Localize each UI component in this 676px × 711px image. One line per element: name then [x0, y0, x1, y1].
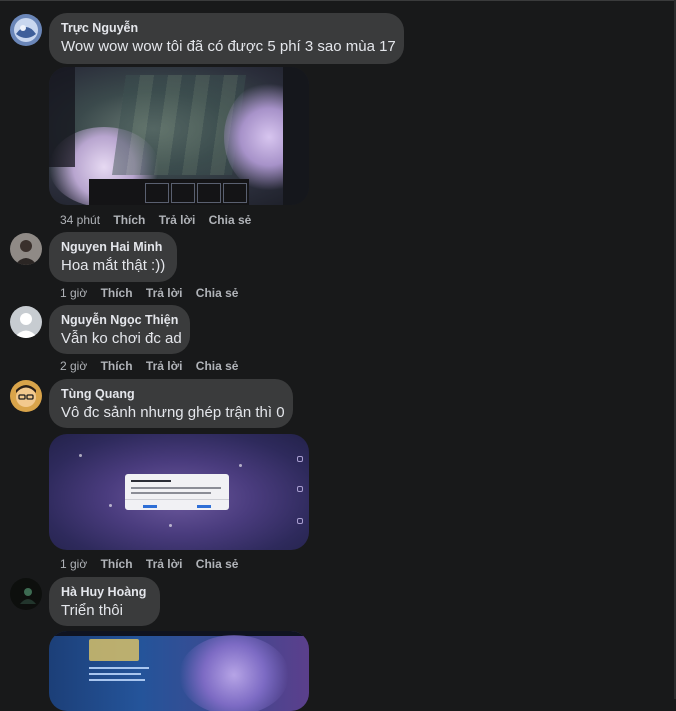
image-card	[223, 183, 247, 203]
like-button[interactable]: Thích	[101, 557, 133, 571]
comment-text: Wow wow wow tôi đã có được 5 phí 3 sao m…	[61, 38, 396, 55]
comment-text: Hoa mắt thật :))	[61, 257, 166, 274]
image-line	[89, 667, 149, 669]
image-panel	[283, 67, 309, 205]
comment-author[interactable]: Hà Huy Hoàng	[61, 584, 148, 601]
comment-time[interactable]: 1 giờ	[60, 557, 87, 571]
comment-bubble: Hà Huy Hoàng Triển thôi	[49, 577, 160, 626]
comment-author[interactable]: Tùng Quang	[61, 386, 281, 403]
image-dialog	[125, 474, 229, 510]
image-line	[89, 679, 145, 681]
top-border	[0, 0, 676, 1]
like-button[interactable]: Thích	[113, 213, 145, 227]
image-logo	[89, 639, 139, 661]
share-button[interactable]: Chia sẻ	[196, 286, 239, 300]
dialog-line	[131, 480, 171, 482]
image-figure	[179, 635, 289, 711]
image-control	[297, 456, 303, 462]
reply-button[interactable]: Trả lời	[146, 557, 183, 571]
dialog-line	[131, 487, 221, 489]
comment-actions: 1 giờ Thích Trả lời Chia sẻ	[60, 557, 248, 571]
comment-text: Vô đc sảnh nhưng ghép trận thì 0	[61, 404, 285, 421]
dialog-line	[131, 492, 211, 494]
reply-button[interactable]: Trả lời	[146, 286, 183, 300]
comment-time[interactable]: 34 phút	[60, 213, 100, 227]
comment-actions: 2 giờ Thích Trả lời Chia sẻ	[60, 359, 248, 373]
image-star	[109, 504, 112, 507]
comment-time[interactable]: 2 giờ	[60, 359, 87, 373]
image-card	[145, 183, 169, 203]
comment-author[interactable]: Nguyen Hai Minh	[61, 239, 165, 256]
dialog-buttons	[125, 499, 229, 510]
share-button[interactable]: Chia sẻ	[196, 359, 239, 373]
comment-image[interactable]	[49, 67, 309, 205]
comment-bubble: Trực Nguyễn Wow wow wow tôi đã có được 5…	[49, 13, 404, 64]
image-star	[239, 464, 242, 467]
comment-bubble: Nguyễn Ngọc Thiện Vẫn ko chơi đc ad	[49, 305, 190, 354]
comment-text: Triển thôi	[61, 602, 123, 619]
comment-bubble: Nguyen Hai Minh Hoa mắt thật :))	[49, 232, 177, 282]
like-button[interactable]: Thích	[101, 286, 133, 300]
image-card	[197, 183, 221, 203]
image-topbar	[49, 631, 309, 636]
comment-image[interactable]	[49, 434, 309, 550]
dialog-button	[143, 505, 157, 508]
image-line	[89, 673, 141, 675]
image-panel	[49, 67, 75, 167]
image-card	[171, 183, 195, 203]
image-star	[169, 524, 172, 527]
comment-actions: 1 giờ Thích Trả lời Chia sẻ	[60, 286, 248, 300]
default-avatar-icon[interactable]	[10, 306, 42, 338]
comment-time[interactable]: 1 giờ	[60, 286, 87, 300]
image-control	[297, 518, 303, 524]
comment-text: Vẫn ko chơi đc ad	[61, 330, 182, 347]
reply-button[interactable]: Trả lời	[159, 213, 196, 227]
share-button[interactable]: Chia sẻ	[209, 213, 252, 227]
share-button[interactable]: Chia sẻ	[196, 557, 239, 571]
comment-actions: 34 phút Thích Trả lời Chia sẻ	[60, 213, 261, 227]
comment-bubble: Tùng Quang Vô đc sảnh nhưng ghép trận th…	[49, 379, 293, 428]
reply-button[interactable]: Trả lời	[146, 359, 183, 373]
comment-author[interactable]: Nguyễn Ngọc Thiện	[61, 312, 178, 329]
avatar[interactable]	[10, 578, 42, 610]
avatar[interactable]	[10, 233, 42, 265]
like-button[interactable]: Thích	[101, 359, 133, 373]
comment-image[interactable]	[49, 631, 309, 711]
avatar[interactable]	[10, 380, 42, 412]
avatar[interactable]	[10, 14, 42, 46]
image-control	[297, 486, 303, 492]
dialog-button	[197, 505, 211, 508]
image-star	[79, 454, 82, 457]
comment-author[interactable]: Trực Nguyễn	[61, 20, 392, 37]
